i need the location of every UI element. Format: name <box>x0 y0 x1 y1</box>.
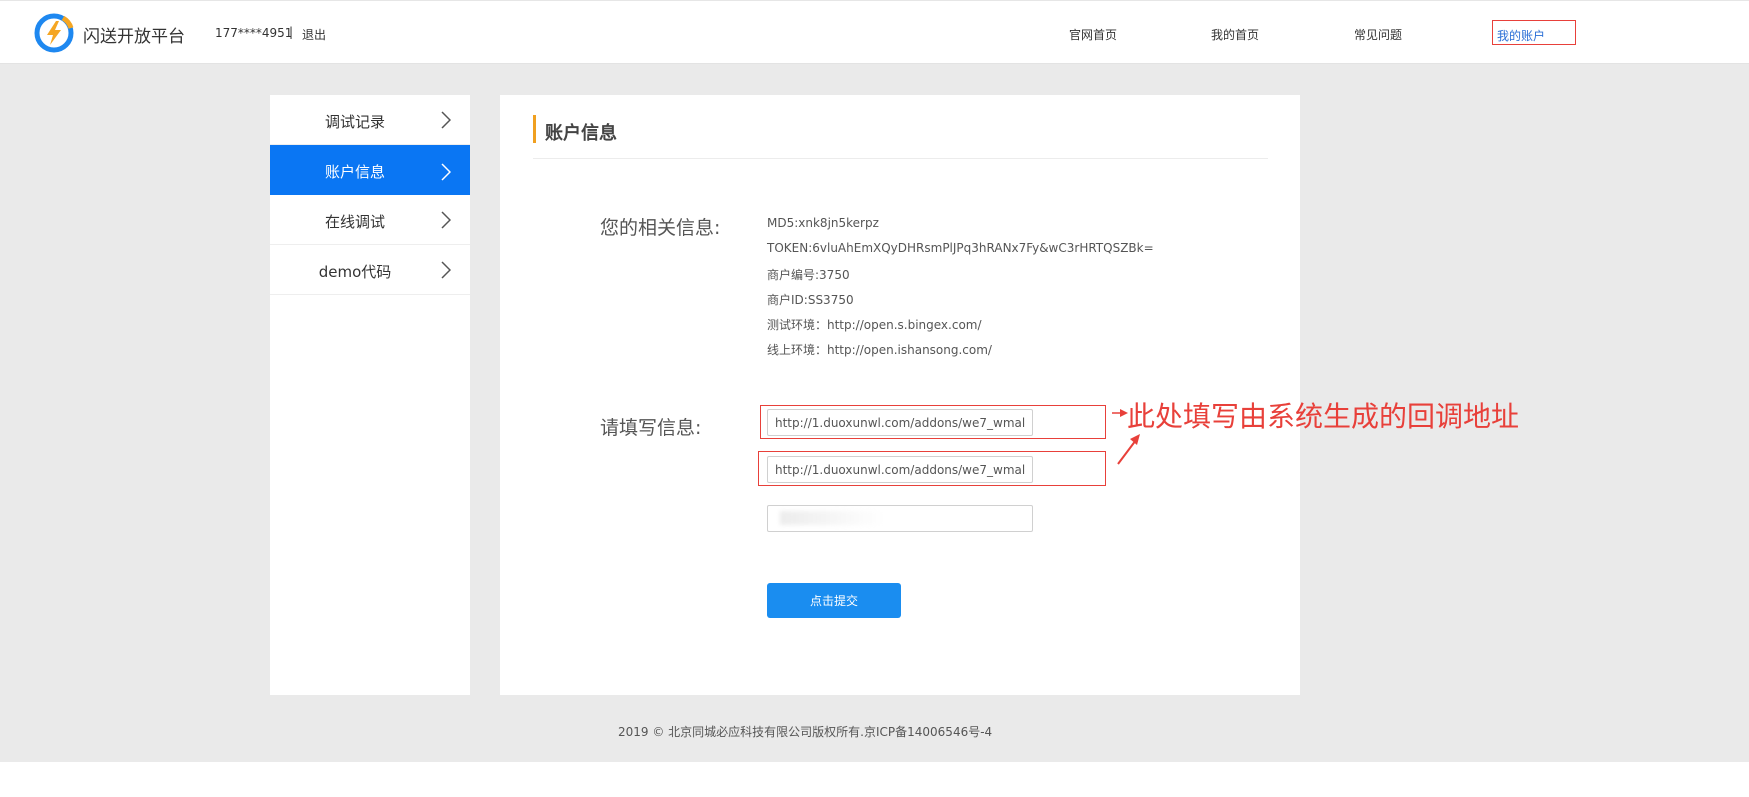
redacted-value-mask <box>780 511 885 525</box>
page-title: 账户信息 <box>545 123 617 144</box>
chevron-right-icon <box>441 111 451 129</box>
sidebar-item-demo-code[interactable]: demo代码 <box>270 245 470 295</box>
md5-value: MD5:xnk8jn5kerpz <box>767 216 879 230</box>
top-header: 闪送开放平台 177****4951 | 退出 官网首页 我的首页 常见问题 我… <box>0 0 1749 64</box>
sidebar: 调试记录 账户信息 在线调试 demo代码 <box>270 95 470 695</box>
nav-faq[interactable]: 常见问题 <box>1354 26 1402 43</box>
token-value: TOKEN:6vluAhEmXQyDHRsmPlJPq3hRANx7Fy&wC3… <box>767 241 1154 255</box>
brand-name: 闪送开放平台 <box>83 27 185 47</box>
sidebar-item-account-info[interactable]: 账户信息 <box>270 145 470 195</box>
annotation-text: 此处填写由系统生成的回调地址 <box>1127 400 1520 433</box>
user-phone: 177****4951 <box>215 26 293 40</box>
sidebar-item-online-debug[interactable]: 在线调试 <box>270 195 470 245</box>
nav-my-account[interactable]: 我的账户 <box>1492 20 1576 45</box>
chevron-right-icon <box>441 163 451 181</box>
footer-copyright: 2019 © 北京同城必应科技有限公司版权所有.京ICP备14006546号-4 <box>618 725 993 739</box>
shansong-logo-icon[interactable] <box>33 12 75 54</box>
title-divider <box>533 158 1268 159</box>
sidebar-item-label: 在线调试 <box>324 213 385 231</box>
logout-link[interactable]: 退出 <box>302 26 326 43</box>
merchant-id: 商户ID:SS3750 <box>767 293 854 307</box>
callback-url-input-2[interactable] <box>767 456 1033 483</box>
prod-env-url: 线上环境：http://open.ishansong.com/ <box>767 343 992 357</box>
form-section-label: 请填写信息: <box>600 417 702 439</box>
nav-official-home[interactable]: 官网首页 <box>1069 26 1117 43</box>
header-separator: | <box>289 25 294 39</box>
submit-button[interactable]: 点击提交 <box>767 583 901 618</box>
sidebar-item-debug-records[interactable]: 调试记录 <box>270 95 470 145</box>
callback-url-input-1[interactable] <box>767 409 1033 436</box>
sidebar-item-label: 调试记录 <box>324 113 385 131</box>
chevron-right-icon <box>441 261 451 279</box>
nav-my-home[interactable]: 我的首页 <box>1211 26 1259 43</box>
test-env-url: 测试环境：http://open.s.bingex.com/ <box>767 318 982 332</box>
sidebar-item-label: 账户信息 <box>324 163 385 181</box>
title-accent-bar <box>533 115 536 143</box>
sidebar-item-label: demo代码 <box>318 263 392 281</box>
chevron-right-icon <box>441 211 451 229</box>
merchant-number: 商户编号:3750 <box>767 268 850 282</box>
info-section-label: 您的相关信息: <box>600 217 721 239</box>
